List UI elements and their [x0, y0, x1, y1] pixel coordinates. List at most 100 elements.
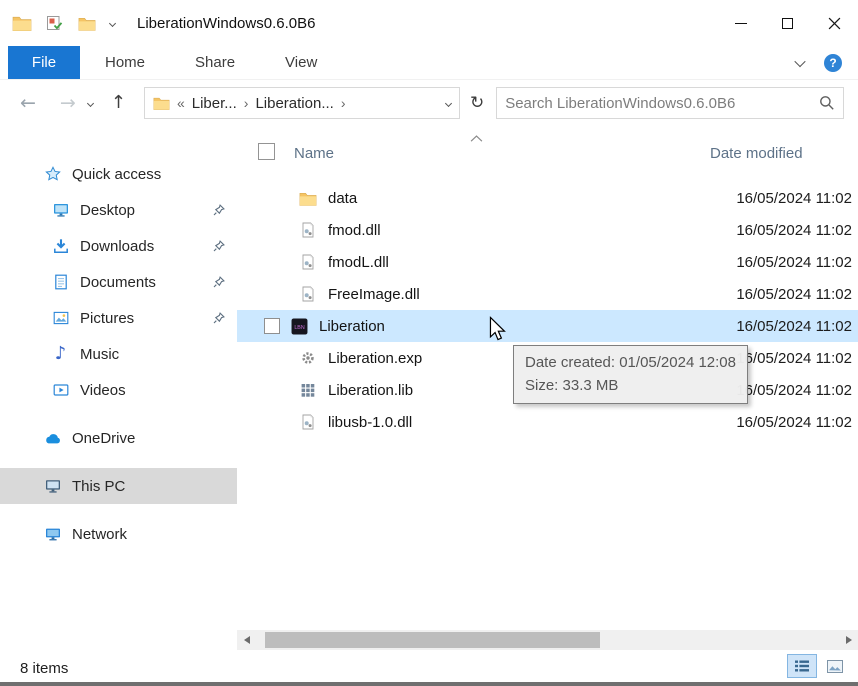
- maximize-icon: [782, 18, 793, 29]
- column-header-name[interactable]: Name: [294, 145, 334, 162]
- this-pc-icon: [44, 478, 61, 495]
- sidebar-item-desktop[interactable]: Desktop: [0, 192, 237, 228]
- sidebar-item-music[interactable]: ♪ Music: [0, 336, 237, 372]
- refresh-icon[interactable]: ↻: [470, 93, 484, 113]
- sidebar-item-label: This PC: [72, 478, 125, 495]
- pin-icon: [213, 276, 225, 288]
- documents-icon: [52, 274, 69, 291]
- sidebar-item-documents[interactable]: Documents: [0, 264, 237, 300]
- forward-button-icon[interactable]: →: [60, 94, 76, 113]
- file-date-modified: 16/05/2024 11:02: [736, 254, 852, 271]
- qat-new-folder-icon[interactable]: [78, 16, 96, 31]
- thumbnails-view-button[interactable]: [820, 654, 850, 678]
- breadcrumb-collapsed-icon[interactable]: «: [177, 95, 185, 111]
- column-header-date-modified[interactable]: Date modified: [710, 145, 803, 162]
- search-box: [496, 87, 844, 119]
- dll-file-icon: [299, 222, 317, 239]
- file-date-modified: 16/05/2024 11:02: [736, 318, 852, 335]
- file-explorer-window: LiberationWindows0.6.0B6 File Home Share…: [0, 0, 858, 686]
- history-chevron-icon[interactable]: [87, 99, 94, 106]
- desktop-icon: [52, 202, 69, 219]
- help-icon[interactable]: ?: [824, 54, 842, 72]
- exp-file-gear-icon: [299, 350, 317, 367]
- qat-customize-chevron-icon[interactable]: [109, 19, 116, 26]
- file-date-modified: 16/05/2024 11:02: [736, 414, 852, 431]
- file-info-tooltip: Date created: 01/05/2024 12:08 Size: 33.…: [513, 345, 748, 404]
- view-switcher: [787, 654, 850, 682]
- details-view-button[interactable]: [787, 654, 817, 678]
- navigation-pane: Quick access Desktop Downloads Documents…: [0, 156, 237, 552]
- scroll-right-button[interactable]: [839, 630, 858, 650]
- file-row-fmod-dll[interactable]: fmod.dll 16/05/2024 11:02: [237, 214, 858, 246]
- close-button[interactable]: [811, 0, 858, 46]
- sidebar-item-label: Quick access: [72, 166, 161, 183]
- onedrive-cloud-icon: [44, 430, 61, 447]
- file-row-libusb-dll[interactable]: libusb-1.0.dll 16/05/2024 11:02: [237, 406, 858, 438]
- sidebar-item-downloads[interactable]: Downloads: [0, 228, 237, 264]
- titlebar: LiberationWindows0.6.0B6: [0, 0, 858, 46]
- qat-properties-icon[interactable]: [46, 14, 64, 32]
- address-dropdown-chevron-icon[interactable]: [445, 99, 452, 106]
- videos-icon: [52, 382, 69, 399]
- items-count: 8 items: [20, 660, 68, 677]
- file-row-liberation[interactable]: LBN Liberation 16/05/2024 11:02: [237, 310, 858, 342]
- row-checkbox[interactable]: [264, 318, 280, 334]
- sidebar-item-network[interactable]: Network: [0, 516, 237, 552]
- sidebar-item-quick-access[interactable]: Quick access: [0, 156, 237, 192]
- file-row-fmodl-dll[interactable]: fmodL.dll 16/05/2024 11:02: [237, 246, 858, 278]
- folder-icon: [299, 190, 317, 207]
- tab-share[interactable]: Share: [170, 46, 260, 79]
- address-bar[interactable]: « Liber... › Liberation... ›: [144, 87, 460, 119]
- sidebar-item-label: Downloads: [80, 238, 154, 255]
- file-name: fmodL.dll: [328, 254, 389, 271]
- sidebar-item-this-pc[interactable]: This PC: [0, 468, 237, 504]
- file-date-modified: 16/05/2024 11:02: [736, 190, 852, 207]
- file-row-freeimage-dll[interactable]: FreeImage.dll 16/05/2024 11:02: [237, 278, 858, 310]
- ribbon-tab-bar: File Home Share View ?: [0, 46, 858, 80]
- file-name: Liberation.exp: [328, 350, 422, 367]
- column-header-row: Name Date modified: [237, 126, 858, 176]
- expand-ribbon-chevron-icon[interactable]: [794, 55, 805, 66]
- status-bar: 8 items: [0, 650, 858, 686]
- pin-icon: [213, 204, 225, 216]
- tab-view[interactable]: View: [260, 46, 342, 79]
- sidebar-item-label: Documents: [80, 274, 156, 291]
- back-button-icon[interactable]: ←: [20, 94, 36, 113]
- sidebar-item-label: Music: [80, 346, 119, 363]
- window-controls: [717, 0, 858, 46]
- sidebar-item-label: Videos: [80, 382, 126, 399]
- mouse-cursor-icon: [489, 316, 506, 346]
- ribbon-right-controls: ?: [796, 46, 858, 79]
- sort-ascending-icon[interactable]: [470, 129, 483, 146]
- tab-file[interactable]: File: [8, 46, 80, 79]
- downloads-icon: [52, 238, 69, 255]
- network-icon: [44, 526, 61, 543]
- minimize-button[interactable]: [717, 0, 764, 46]
- sidebar-item-pictures[interactable]: Pictures: [0, 300, 237, 336]
- application-icon-text: LBN: [294, 325, 304, 331]
- breadcrumb-segment-parent[interactable]: Liber...: [192, 95, 237, 112]
- horizontal-scrollbar[interactable]: [237, 630, 858, 650]
- maximize-button[interactable]: [764, 0, 811, 46]
- address-folder-icon: [153, 96, 170, 110]
- scrollbar-thumb[interactable]: [265, 632, 600, 648]
- file-date-modified: 16/05/2024 11:02: [736, 222, 852, 239]
- tab-home[interactable]: Home: [80, 46, 170, 79]
- file-name: fmod.dll: [328, 222, 381, 239]
- select-all-checkbox[interactable]: [258, 143, 275, 160]
- pin-icon: [213, 312, 225, 324]
- file-name: Liberation.lib: [328, 382, 413, 399]
- sidebar-item-onedrive[interactable]: OneDrive: [0, 420, 237, 456]
- breadcrumb-segment-current[interactable]: Liberation...: [255, 95, 333, 112]
- sidebar-item-videos[interactable]: Videos: [0, 372, 237, 408]
- search-icon[interactable]: [819, 95, 835, 111]
- up-button-icon[interactable]: ↑: [111, 94, 126, 112]
- window-title: LiberationWindows0.6.0B6: [137, 15, 315, 32]
- dll-file-icon: [299, 286, 317, 303]
- quick-access-toolbar: [0, 14, 115, 32]
- file-row-data[interactable]: data 16/05/2024 11:02: [237, 182, 858, 214]
- scrollbar-track[interactable]: [256, 630, 839, 650]
- file-name: Liberation: [319, 318, 385, 335]
- search-input[interactable]: [505, 95, 819, 112]
- scroll-left-button[interactable]: [237, 630, 256, 650]
